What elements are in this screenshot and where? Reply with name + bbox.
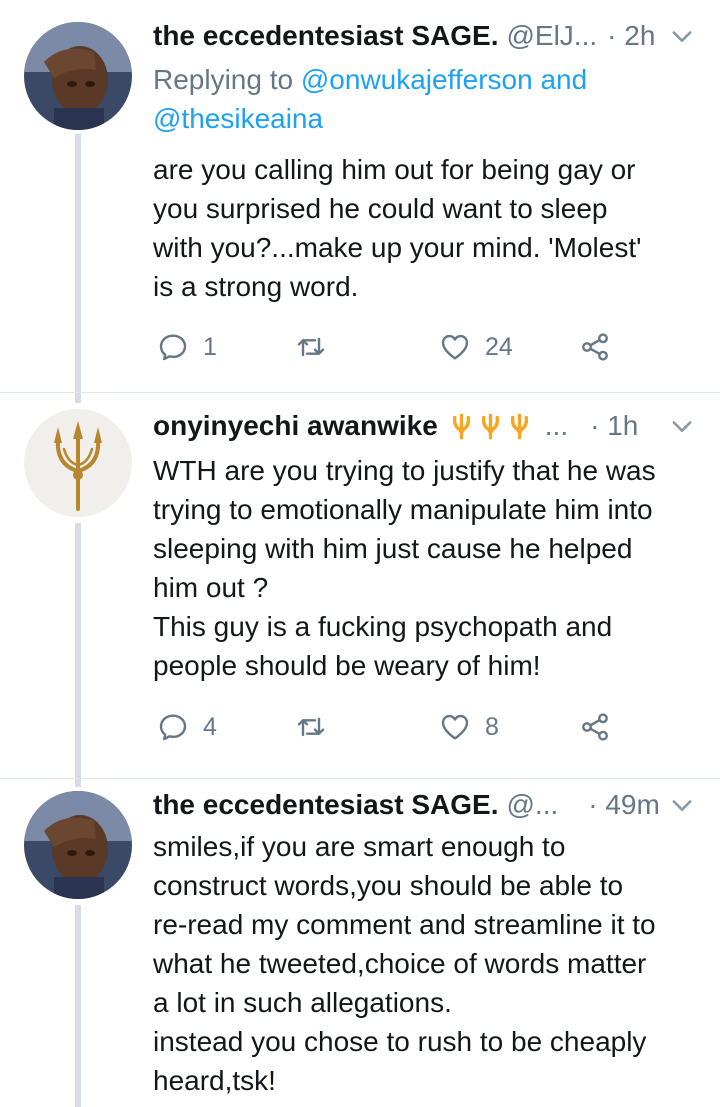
replying-to-prefix: Replying to: [153, 64, 301, 95]
tweet-text: are you calling him out for being gay or…: [153, 154, 642, 302]
avatar-photo: [24, 791, 132, 899]
thread-line: [75, 523, 81, 778]
share-icon: [582, 713, 608, 741]
tweet-3[interactable]: the eccedentesiast SAGE. @... · 49m smil…: [0, 779, 720, 1107]
thread-line: [75, 905, 81, 1107]
tweet-text: smiles,if you are smart enough to constr…: [153, 831, 656, 1096]
reply-icon: [159, 714, 187, 741]
chevron-down-icon[interactable]: [668, 22, 696, 50]
timestamp[interactable]: · 1h: [590, 410, 638, 442]
tweet-actions: 1 24: [153, 325, 633, 369]
tweet-text: WTH are you trying to justify that he wa…: [153, 455, 656, 681]
retweet-button[interactable]: [295, 705, 341, 749]
replying-to: Replying to @onwukajefferson and @thesik…: [153, 60, 673, 138]
retweet-button[interactable]: [295, 325, 341, 369]
avatar[interactable]: [24, 409, 132, 517]
avatar[interactable]: [24, 791, 132, 899]
tweet-2[interactable]: onyinyechi awanwike ... · 1h WTH are you…: [0, 393, 720, 778]
share-button[interactable]: [579, 705, 611, 749]
trident-emoji-icon: [452, 413, 470, 439]
heart-icon: [441, 714, 469, 740]
tweet-actions: 4 8: [153, 705, 633, 749]
thread-line: [75, 393, 81, 403]
reply-icon: [159, 334, 187, 361]
reply-count: 4: [203, 712, 217, 741]
like-button[interactable]: 24: [439, 325, 513, 369]
reply-button[interactable]: 4: [157, 705, 217, 749]
display-name[interactable]: the eccedentesiast SAGE.: [153, 20, 498, 52]
reply-button[interactable]: 1: [157, 325, 217, 369]
like-count: 8: [485, 712, 499, 741]
display-name[interactable]: onyinyechi awanwike: [153, 410, 438, 442]
like-count: 24: [485, 332, 513, 361]
tweet-1[interactable]: the eccedentesiast SAGE. @ElJ... · 2h Re…: [0, 0, 720, 392]
tweet-header: the eccedentesiast SAGE. @... · 49m: [153, 783, 696, 827]
reply-count: 1: [203, 332, 217, 361]
like-button[interactable]: 8: [439, 705, 499, 749]
thread-line: [75, 134, 81, 392]
display-name[interactable]: the eccedentesiast SAGE.: [153, 789, 498, 821]
heart-icon: [441, 334, 469, 360]
retweet-icon: [297, 717, 325, 737]
share-button[interactable]: [579, 325, 611, 369]
name-emojis: [446, 413, 533, 440]
avatar[interactable]: [24, 22, 132, 130]
trident-emoji-icon: [510, 413, 528, 439]
retweet-icon: [297, 337, 325, 357]
username[interactable]: ...: [545, 410, 568, 442]
tweet-header: the eccedentesiast SAGE. @ElJ... · 2h: [153, 14, 696, 58]
username[interactable]: @...: [506, 789, 558, 821]
chevron-down-icon[interactable]: [668, 791, 696, 819]
share-icon: [582, 333, 608, 361]
chevron-down-icon[interactable]: [668, 412, 696, 440]
timestamp[interactable]: · 49m: [588, 789, 660, 821]
mention-and[interactable]: and: [533, 64, 587, 95]
trident-avatar: [24, 409, 132, 517]
timestamp[interactable]: · 2h: [607, 20, 655, 52]
mention-link[interactable]: @thesikeaina: [153, 103, 323, 134]
mention-link[interactable]: @onwukajefferson: [301, 64, 533, 95]
thread-line: [75, 779, 81, 787]
trident-emoji-icon: [481, 413, 499, 439]
avatar-photo: [24, 22, 132, 130]
username[interactable]: @ElJ...: [506, 20, 597, 52]
tweet-header: onyinyechi awanwike ... · 1h: [153, 404, 696, 448]
